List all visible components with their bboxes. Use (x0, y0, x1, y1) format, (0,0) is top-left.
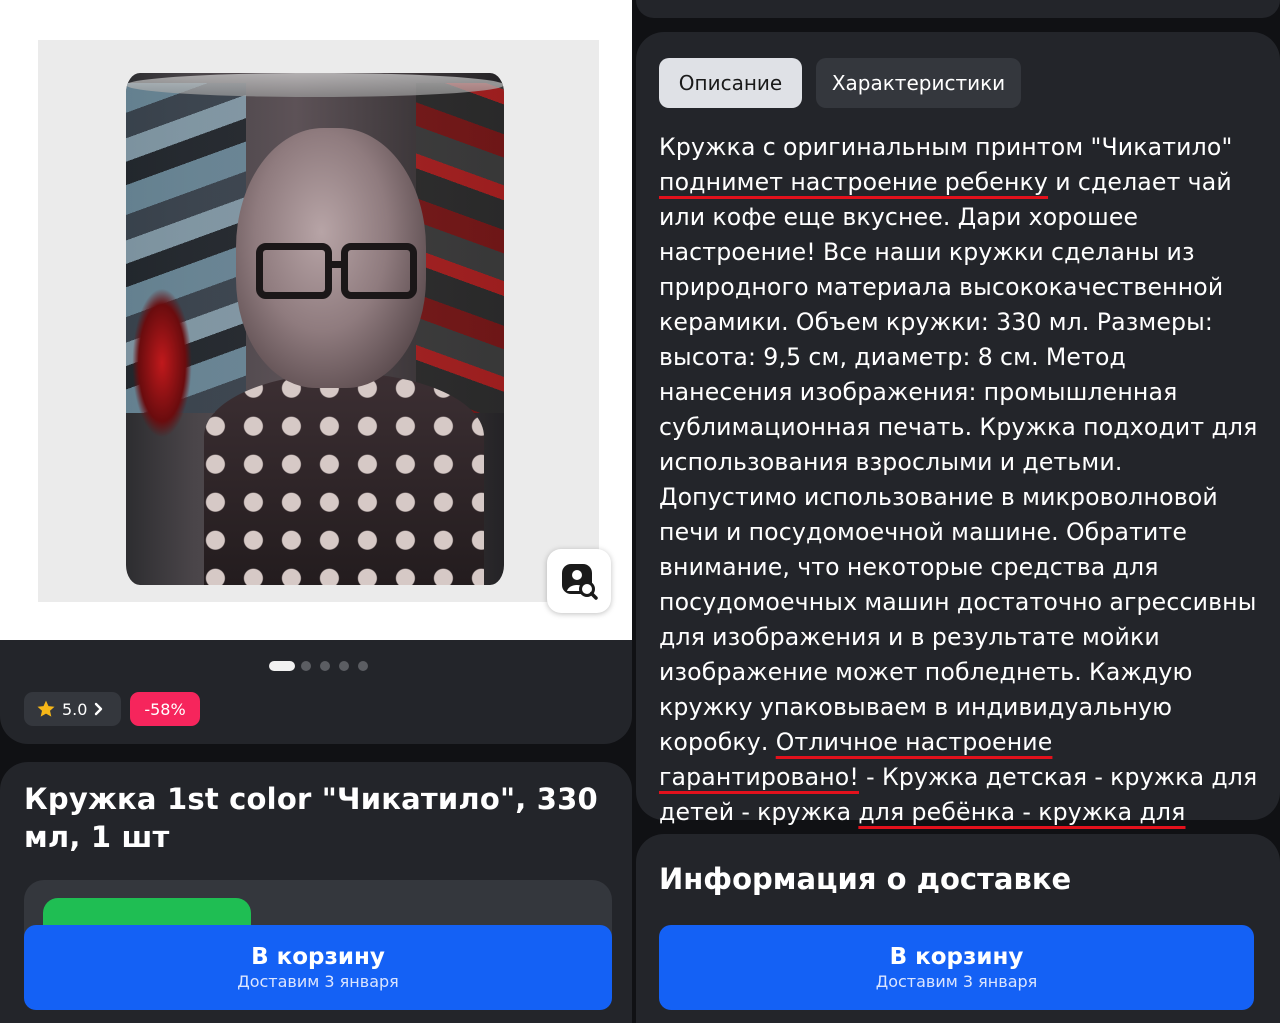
image-search-icon (562, 564, 598, 600)
product-image-container[interactable] (0, 0, 632, 640)
mug-rim (126, 73, 504, 97)
description-text: Кружка с оригинальным принтом "Чикатило"… (659, 130, 1259, 865)
description-part-2: и сделает чай или кофе еще вкуснее. Дари… (659, 168, 1258, 756)
mug-glasses-left (256, 243, 332, 299)
tab-specifications[interactable]: Характеристики (816, 58, 1021, 108)
tab-description-label: Описание (678, 71, 783, 95)
discount-badge: -58% (130, 692, 200, 726)
product-image[interactable] (38, 40, 599, 602)
image-search-button[interactable] (547, 549, 611, 613)
mug-shirt-print (204, 373, 484, 585)
delivery-date-label-right: Доставим 3 января (875, 971, 1038, 991)
discount-value: -58% (144, 699, 186, 719)
delivery-date-label: Доставим 3 января (237, 971, 399, 991)
mug-picture (126, 73, 504, 585)
gallery-pagination[interactable] (269, 659, 369, 673)
mug-glasses-right (341, 243, 417, 299)
chevron-right-icon (95, 702, 103, 716)
rating-badge[interactable]: 5.0 (24, 692, 121, 726)
product-title: Кружка 1st color "Чикатило", 330 мл, 1 ш… (24, 782, 598, 854)
add-to-cart-button-right[interactable]: В корзину Доставим 3 января (659, 925, 1254, 1010)
gallery-dot-2[interactable] (301, 661, 311, 671)
gallery-dot-5[interactable] (358, 661, 368, 671)
tab-specifications-label: Характеристики (831, 71, 1006, 95)
mug-red-accent (132, 288, 192, 438)
gallery-dot-4[interactable] (339, 661, 349, 671)
star-icon (37, 700, 55, 717)
add-to-cart-button[interactable]: В корзину Доставим 3 января (24, 925, 612, 1010)
add-to-cart-label-right: В корзину (889, 943, 1024, 970)
description-part-1: Кружка с оригинальным принтом "Чикатило" (659, 133, 1233, 161)
rating-value: 5.0 (62, 699, 88, 719)
gallery-dot-1[interactable] (269, 661, 295, 671)
mug-glasses-bridge (329, 261, 345, 268)
description-highlight-1: поднимет настроение ребенку (659, 168, 1049, 196)
gallery-dot-3[interactable] (320, 661, 330, 671)
mug-collage-right (416, 83, 504, 413)
add-to-cart-label: В корзину (251, 943, 385, 970)
previous-card (636, 0, 1280, 18)
price-badge (43, 898, 251, 928)
tab-description[interactable]: Описание (659, 58, 802, 108)
delivery-title: Информация о доставке (659, 862, 1072, 896)
